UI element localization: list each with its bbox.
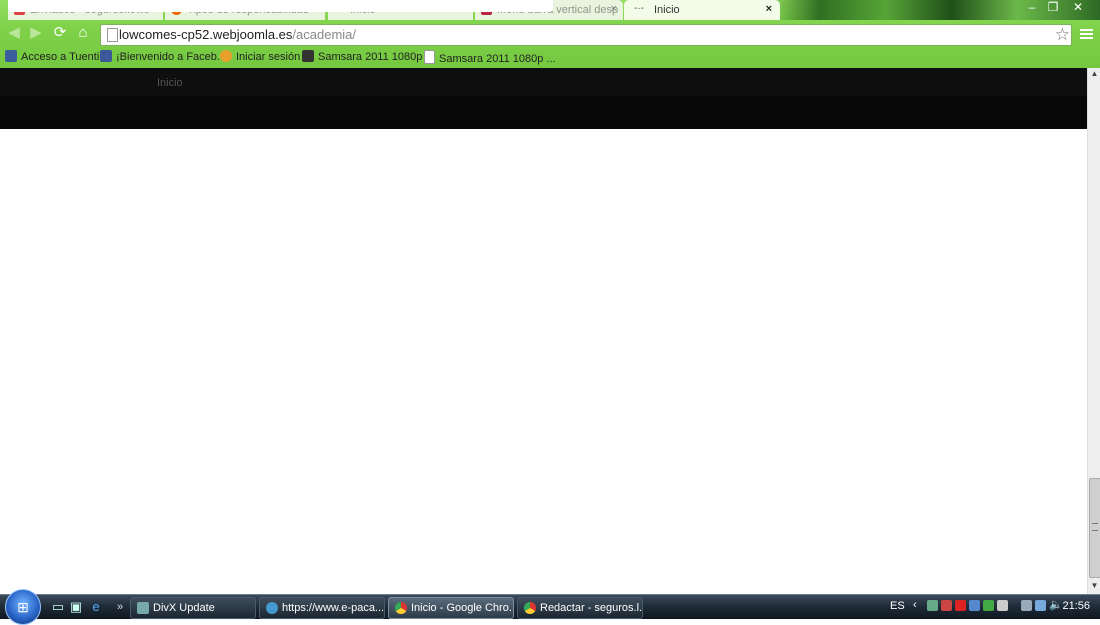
scroll-down-arrow-icon[interactable]: ▼ xyxy=(1088,580,1100,592)
grip-icon xyxy=(1092,523,1098,531)
switch-windows-icon[interactable]: ▣ xyxy=(68,599,84,615)
task-label: Inicio - Google Chro... xyxy=(411,602,514,614)
task-label: Redactar - seguros.l... xyxy=(540,602,643,614)
taskbar-button-ie[interactable]: https://www.e-paca... xyxy=(259,597,385,619)
bookmark-facebook[interactable]: ¡Bienvenido a Faceb... xyxy=(100,50,226,63)
close-window-button[interactable]: ✕ xyxy=(1067,0,1089,14)
windows-logo-icon: ⊞ xyxy=(17,599,29,615)
network-icon[interactable] xyxy=(1021,600,1032,611)
tray-app-icon[interactable] xyxy=(969,600,980,611)
taskbar-button-chrome-redactar[interactable]: Redactar - seguros.l... xyxy=(517,597,643,619)
loading-favicon-icon: -·- xyxy=(634,3,644,14)
taskbar-button-divx[interactable]: DivX Update xyxy=(130,597,256,619)
site-header-band xyxy=(0,96,1087,129)
minimize-window-button[interactable]: – xyxy=(1021,0,1043,14)
tray-app-icon[interactable] xyxy=(941,600,952,611)
show-hidden-icons-chevron-icon[interactable]: ‹ xyxy=(913,599,917,611)
tray-app-icon[interactable] xyxy=(997,600,1008,611)
bookmark-tuenti[interactable]: Acceso a Tuenti xyxy=(5,50,99,63)
film-icon xyxy=(302,50,314,62)
divx-icon xyxy=(137,602,149,614)
show-desktop-icon[interactable]: ▭ xyxy=(50,599,66,615)
tab-active[interactable]: -·- Inicio × xyxy=(624,0,780,20)
tray-app-icon[interactable] xyxy=(927,600,938,611)
maximize-window-button[interactable]: ❐ xyxy=(1042,0,1064,14)
bookmark-samsara-2[interactable]: Samsara 2011 1080p ... xyxy=(424,50,556,65)
tray-app-icon[interactable] xyxy=(955,600,966,611)
system-tray: ES ‹ 🔈 21:56 xyxy=(885,595,1100,619)
home-icon[interactable]: ⌂ xyxy=(73,23,93,43)
bookmark-label: ¡Bienvenido a Faceb... xyxy=(116,51,227,63)
browser-frame: Enviados - seguros.lowc Tipos de respons… xyxy=(0,0,1100,68)
start-button[interactable]: ⊞ xyxy=(5,589,41,625)
url-text: lowcomes-cp52.webjoomla.es/academia/ xyxy=(119,27,356,42)
address-bar[interactable]: lowcomes-cp52.webjoomla.es/academia/ ☆ xyxy=(100,24,1072,46)
page-icon xyxy=(107,28,118,42)
bookmark-iniciar-sesion[interactable]: Iniciar sesión xyxy=(220,50,300,63)
tab-overlay-strip xyxy=(8,0,553,12)
tray-app-icon[interactable] xyxy=(1035,600,1046,611)
language-indicator[interactable]: ES xyxy=(890,600,905,612)
bookmark-samsara-1[interactable]: Samsara 2011 1080p ... xyxy=(302,50,435,63)
nav-item-inicio[interactable]: Inicio xyxy=(157,77,183,89)
bookmarks-bar: Acceso a Tuenti ¡Bienvenido a Faceb... I… xyxy=(0,47,1100,67)
scroll-thumb[interactable] xyxy=(1089,478,1100,578)
internet-explorer-icon xyxy=(266,602,278,614)
close-tab-icon[interactable]: × xyxy=(766,3,772,15)
chrome-icon xyxy=(395,602,407,614)
bookmark-label: Iniciar sesión xyxy=(236,51,301,63)
bookmark-label: Samsara 2011 1080p ... xyxy=(439,53,556,65)
url-host: lowcomes-cp52.webjoomla.es xyxy=(119,27,293,42)
clock[interactable]: 21:56 xyxy=(1062,600,1090,612)
internet-explorer-icon[interactable]: e xyxy=(88,599,104,615)
task-label: https://www.e-paca... xyxy=(282,602,385,614)
site-navbar: Inicio xyxy=(0,68,1087,97)
taskbar: ⊞ ▭ ▣ e » DivX Update https://www.e-paca… xyxy=(0,589,1100,625)
scroll-up-arrow-icon[interactable]: ▲ xyxy=(1088,68,1100,80)
taskbar-button-chrome-inicio[interactable]: Inicio - Google Chro... xyxy=(388,597,514,619)
windows-live-icon xyxy=(220,50,232,62)
bookmark-label: Samsara 2011 1080p ... xyxy=(318,51,435,63)
bookmark-star-icon[interactable]: ☆ xyxy=(1055,25,1070,45)
tuenti-icon xyxy=(5,50,17,62)
vertical-scrollbar[interactable]: ▲ ▼ xyxy=(1087,68,1100,594)
volume-icon[interactable]: 🔈 xyxy=(1049,600,1063,611)
tab-label: Inicio xyxy=(654,4,680,16)
bookmark-label: Acceso a Tuenti xyxy=(21,51,100,63)
task-label: DivX Update xyxy=(153,602,215,614)
url-path: /academia/ xyxy=(292,27,357,42)
reload-icon[interactable]: ⟳ xyxy=(50,23,70,43)
facebook-icon xyxy=(100,50,112,62)
page-viewport: Inicio xyxy=(0,68,1087,594)
quicklaunch-overflow-icon[interactable]: » xyxy=(112,599,128,615)
tray-app-icon[interactable] xyxy=(983,600,994,611)
forward-arrow-icon[interactable]: ▶ xyxy=(26,23,46,43)
back-arrow-icon[interactable]: ◀ xyxy=(4,23,24,43)
wrench-menu-icon[interactable] xyxy=(1080,27,1093,41)
close-tab-icon[interactable]: × xyxy=(611,3,617,15)
chrome-icon xyxy=(524,602,536,614)
page-icon xyxy=(424,50,435,64)
